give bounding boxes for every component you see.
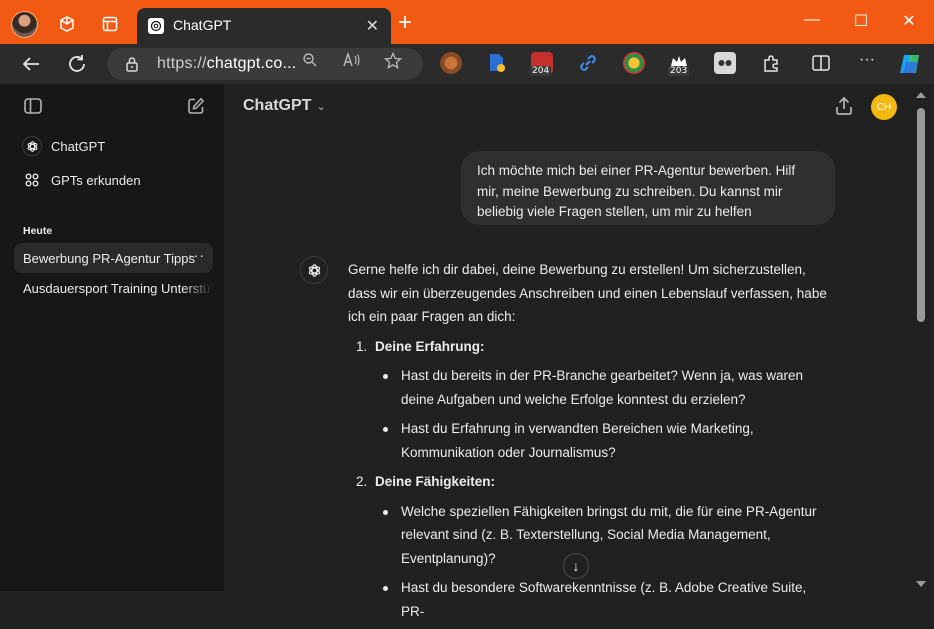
chat-title: Bewerbung PR-Agentur Tipps [23,251,195,266]
address-bar[interactable]: https://chatgpt.co... [107,48,423,80]
sidebar-item-explore-gpts[interactable]: GPTs erkunden [14,165,212,195]
share-icon[interactable] [834,96,854,116]
bullet-item: Hast du Erfahrung in verwandten Bereiche… [348,417,828,464]
new-chat-icon[interactable] [187,97,205,115]
openai-logo-icon [22,136,42,156]
openai-logo-icon [148,18,164,34]
tab-title: ChatGPT [173,17,232,33]
scroll-to-bottom-button[interactable]: ↓ [563,553,589,579]
zoom-icon[interactable] [302,52,318,68]
chat-main: ChatGPT ⌄ CH Ich möchte mich bei einer PR… [224,84,934,619]
new-tab-button[interactable]: + [398,11,412,35]
bullet-text: Hast du bereits in der PR-Branche gearbe… [401,368,803,407]
model-selector[interactable]: ChatGPT ⌄ [243,97,326,115]
section-number: 2. [356,474,368,489]
browser-tab-bar: ChatGPT ✕ + — ☐ ✕ [0,0,934,44]
assistant-intro: Gerne helfe ich dir dabei, deine Bewerbu… [348,262,827,324]
assistant-avatar-icon [300,256,328,284]
favorite-star-icon[interactable] [384,52,402,70]
bullet-text: Hast du besondere Softwarekenntnisse (z.… [401,580,807,619]
workspaces-icon[interactable] [53,10,81,38]
user-avatar[interactable]: CH [871,94,897,120]
chat-options-icon[interactable]: ··· [188,247,205,263]
extension-color-icon[interactable] [623,52,645,74]
question-section: 2. Deine Fähigkeiten: [348,470,828,494]
scroll-up-arrow[interactable] [916,92,926,98]
model-name: ChatGPT [243,97,312,114]
section-heading: Deine Erfahrung: [375,338,485,354]
sidebar-toggle-icon[interactable] [24,98,42,114]
section-number: 1. [356,338,368,354]
bullet-item: Hast du bereits in der PR-Branche gearbe… [348,364,828,411]
extensions-puzzle-icon[interactable] [760,52,782,74]
extension-glasses-icon[interactable] [714,52,736,74]
extension-1-icon[interactable] [440,52,462,74]
extension-doc-icon[interactable] [486,52,508,74]
user-message: Ich möchte mich bei einer PR-Agentur bew… [461,151,835,225]
bullet-text: Hast du Erfahrung in verwandten Bereiche… [401,421,754,460]
url-text: https://chatgpt.co... [157,55,297,72]
question-section: 1. Deine Erfahrung: [348,335,828,359]
lock-icon[interactable] [125,56,139,72]
sidebar-item-chatgpt[interactable]: ChatGPT [14,131,212,161]
bullet-item: Welche speziellen Fähigkeiten bringst du… [348,500,828,571]
reload-button[interactable] [65,52,89,76]
bullet-text: Welche speziellen Fähigkeiten bringst du… [401,503,817,566]
chat-history-item[interactable]: Ausdauersport Training Unterstützung [14,273,213,303]
assistant-message: Gerne helfe ich dir dabei, deine Bewerbu… [348,258,828,629]
grid-icon [25,173,39,187]
minimize-button[interactable]: — [800,11,824,29]
scrollbar-thumb[interactable] [917,108,925,322]
sidebar-item-label: GPTs erkunden [51,173,141,188]
tab-chatgpt[interactable]: ChatGPT ✕ [137,8,391,44]
browser-profile-avatar[interactable] [11,11,38,38]
scrollbar[interactable] [913,84,934,591]
title-fade [183,273,213,303]
split-screen-icon[interactable] [810,52,832,74]
back-button[interactable] [19,52,43,76]
copilot-icon[interactable] [898,52,922,76]
sidebar: ChatGPT GPTs erkunden Heute Bewerbung PR… [0,84,224,591]
browser-toolbar: https://chatgpt.co... 204 203 ··· [0,44,934,84]
close-window-button[interactable]: ✕ [897,11,921,31]
scroll-down-arrow[interactable] [916,581,926,587]
read-aloud-icon[interactable] [343,52,361,68]
chat-history-item[interactable]: Bewerbung PR-Agentur Tipps ··· [14,243,213,273]
history-section-heading: Heute [23,225,53,237]
tab-actions-icon[interactable] [96,10,124,38]
maximize-button[interactable]: ☐ [849,11,873,31]
section-heading: Deine Fähigkeiten: [375,474,496,489]
extension-badge-count: 203 [668,66,690,76]
sidebar-item-label: ChatGPT [51,139,106,154]
more-menu-icon[interactable]: ··· [856,52,878,74]
tab-close-icon[interactable]: ✕ [366,16,379,36]
bullet-item: Hast du besondere Softwarekenntnisse (z.… [348,576,828,623]
chevron-down-icon: ⌄ [316,101,326,113]
extension-badge-count: 204 [530,66,552,76]
link-icon[interactable] [577,52,599,74]
